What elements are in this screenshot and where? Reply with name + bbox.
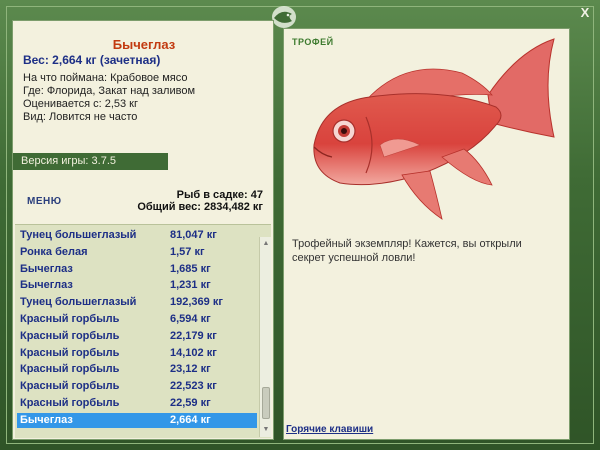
catch-fish-weight: 6,594 кг [170, 313, 211, 325]
catch-fish-weight: 192,369 кг [170, 296, 223, 309]
catch-fish-name: Красный горбыль [20, 380, 120, 393]
catch-fish-weight: 22,59 кг [170, 397, 211, 409]
game-version-bar: Версия игры: 3.7.5 [13, 153, 168, 170]
trophy-panel: ТРОФЕЙ Трофейный экземпляр! Кажется, вы … [283, 28, 570, 440]
catch-fish-name: Ронка белая [20, 245, 88, 258]
catch-list-row[interactable]: Красный горбыль 14,102 кг [17, 346, 257, 361]
fish-weight: Вес: 2,664 кг (зачетная) [23, 53, 161, 67]
catch-list-row[interactable]: Тунец большеглазый 192,369 кг [17, 295, 257, 310]
fish-location-info: Где: Флорида, Закат над заливом [23, 85, 196, 97]
catch-fish-weight: 1,231 кг [170, 279, 211, 292]
catch-fish-name: Тунец большеглазый [20, 296, 137, 309]
catch-fish-weight: 81,047 кг [170, 229, 217, 241]
fish-bait-info: На что поймана: Крабовое мясо [23, 72, 188, 84]
catch-fish-name: Красный горбыль [20, 363, 120, 376]
catch-fish-name: Бычеглаз [20, 279, 73, 292]
catch-fish-name: Красный горбыль [20, 313, 120, 325]
catch-fish-name: Бычеглаз [20, 413, 73, 426]
close-button[interactable]: X [578, 6, 592, 20]
hotkeys-link[interactable]: Горячие клавиши [286, 424, 373, 435]
catch-list-row[interactable]: Тунец большеглазый 81,047 кг [17, 228, 257, 243]
trophy-label: ТРОФЕЙ [292, 37, 334, 47]
red-bigeye-fish-illustration [313, 38, 555, 220]
catch-fish-name: Тунец большеглазый [20, 229, 137, 241]
catch-fish-weight: 2,664 кг [170, 413, 211, 426]
catch-fish-name: Красный горбыль [20, 397, 120, 409]
total-weight-summary: Общий вес: 2834,482 кг [137, 201, 263, 213]
catch-list-row[interactable]: Бычеглаз 1,231 кг [17, 278, 257, 293]
catch-list-row[interactable]: Красный горбыль 6,594 кг [17, 312, 257, 327]
scroll-up-arrow-icon[interactable]: ▲ [261, 239, 271, 249]
catch-list-row[interactable]: Красный горбыль 22,59 кг [17, 396, 257, 411]
catch-list-row[interactable]: Бычеглаз 2,664 кг [17, 412, 257, 428]
fish-name-title: Бычеглаз [112, 37, 176, 52]
catch-list-scrollbar[interactable]: ▲ ▼ [259, 237, 271, 437]
catch-fish-weight: 23,12 кг [170, 363, 211, 376]
catch-fish-weight: 1,57 кг [170, 245, 205, 258]
catch-fish-weight: 22,523 кг [170, 380, 217, 393]
scroll-thumb[interactable] [262, 387, 270, 419]
catch-list-row[interactable]: Красный горбыль 23,12 кг [17, 362, 257, 377]
fish-value-info: Оценивается с: 2,53 кг [23, 98, 138, 110]
fish-rarity-info: Вид: Ловится не часто [23, 111, 138, 123]
menu-button[interactable]: МЕНЮ [27, 196, 62, 207]
fish-count-summary: Рыб в садке: 47 [176, 189, 263, 201]
catch-fish-weight: 14,102 кг [170, 346, 217, 359]
catch-fish-name: Бычеглаз [20, 262, 73, 275]
catch-list-row[interactable]: Бычеглаз 1,685 кг [17, 262, 257, 277]
scroll-down-arrow-icon[interactable]: ▼ [261, 425, 271, 435]
catch-fish-weight: 22,179 кг [170, 329, 217, 342]
catch-list-row[interactable]: Ронка белая 1,57 кг [17, 245, 257, 260]
catch-fish-name: Красный горбыль [20, 329, 120, 342]
catch-fish-weight: 1,685 кг [170, 262, 211, 275]
catch-list[interactable]: Тунец большеглазый 81,047 кг Ронка белая 1,… [15, 224, 271, 438]
catch-list-row[interactable]: Красный горбыль 22,179 кг [17, 329, 257, 344]
catch-fish-name: Красный горбыль [20, 346, 120, 359]
fish-info-panel: Бычеглаз Вес: 2,664 кг (зачетная) На что… [12, 20, 274, 440]
catch-list-row[interactable]: Красный горбыль 22,523 кг [17, 379, 257, 394]
trophy-message: Трофейный экземпляр! Кажется, вы открыли… [292, 238, 522, 264]
